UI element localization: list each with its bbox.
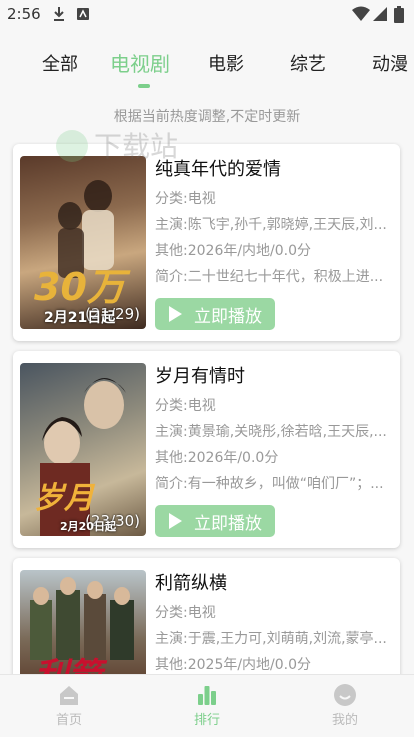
drama-card[interactable]: 利箭 利箭纵横 分类:电视 主演:于震,王力可,刘萌萌,刘流,蒙亭... 其他:… — [13, 558, 400, 674]
drama-intro: 简介:有一种故乡，叫做“咱们厂”；... — [155, 476, 384, 492]
nav-ranking[interactable]: 排行 — [167, 683, 247, 728]
poster-image[interactable]: 30万 (21/29) 2月21日起 — [20, 156, 146, 329]
poster-title-art: 利箭 — [34, 648, 102, 674]
drama-other: 其他:2025年/内地/0.0分 — [155, 657, 312, 673]
drama-list[interactable]: 30万 (21/29) 2月21日起 纯真年代的爱情 分类:电视 主演:陈飞宇,… — [0, 142, 414, 674]
play-now-button[interactable]: 立即播放 — [155, 298, 275, 330]
tab-movies[interactable]: 电影 — [208, 50, 244, 76]
drama-cast: 主演:于震,王力可,刘萌萌,刘流,蒙亭... — [155, 631, 387, 647]
drama-intro: 简介:二十世纪七十年代，积极上进... — [155, 269, 384, 285]
nav-profile[interactable]: 我的 — [305, 683, 385, 728]
poster-title-art: 30万 — [34, 265, 125, 309]
drama-title[interactable]: 利箭纵横 — [155, 570, 395, 600]
tab-all[interactable]: 全部 — [42, 50, 78, 76]
play-icon — [169, 306, 182, 322]
ranking-icon — [198, 686, 216, 705]
play-icon — [169, 513, 182, 529]
drama-info: 纯真年代的爱情 分类:电视 主演:陈飞宇,孙千,郭晓婷,王天辰,刘... 其他:… — [155, 156, 395, 290]
home-icon — [60, 686, 78, 705]
battery-icon — [394, 6, 404, 23]
drama-card[interactable]: 30万 (21/29) 2月21日起 纯真年代的爱情 分类:电视 主演:陈飞宇,… — [13, 144, 400, 341]
status-time: 2:56 — [7, 5, 41, 23]
poster-image[interactable]: 岁月 (23/30) 2月20日起 — [20, 363, 146, 536]
poster-date: 2月21日起 — [44, 310, 116, 326]
nav-ranking-label: 排行 — [193, 713, 220, 728]
poster-date: 2月20日起 — [60, 520, 116, 533]
drama-info: 利箭纵横 分类:电视 主演:于震,王力可,刘萌萌,刘流,蒙亭... 其他:202… — [155, 570, 395, 674]
signal-icon — [373, 7, 387, 21]
nav-home-label: 首页 — [55, 713, 82, 728]
drama-info: 岁月有情时 分类:电视 主演:黄景瑜,关晓彤,徐若晗,王天辰,... 其他:20… — [155, 363, 395, 497]
drama-cast: 主演:陈飞宇,孙千,郭晓婷,王天辰,刘... — [155, 217, 387, 233]
tab-variety[interactable]: 综艺 — [290, 50, 326, 76]
wifi-icon — [352, 6, 370, 21]
drama-category: 分类:电视 — [155, 191, 216, 207]
category-tabs: 全部 电视剧 电影 综艺 动漫 — [0, 30, 414, 94]
app-notification-icon — [77, 8, 89, 20]
list-subtitle: 根据当前热度调整,不定时更新 — [113, 109, 301, 125]
status-bar: 2:56 — [0, 0, 414, 30]
play-button-label: 立即播放 — [194, 513, 262, 534]
watermark-logo: 下载站 — [56, 130, 178, 163]
poster-image[interactable]: 利箭 — [20, 570, 146, 674]
nav-profile-label: 我的 — [331, 713, 358, 728]
play-button-label: 立即播放 — [194, 306, 262, 327]
active-tab-indicator — [138, 84, 150, 88]
drama-other: 其他:2026年/0.0分 — [155, 450, 279, 466]
drama-category: 分类:电视 — [155, 605, 216, 621]
nav-home[interactable]: 首页 — [29, 683, 109, 728]
svg-text:下载站: 下载站 — [94, 130, 178, 163]
drama-card[interactable]: 岁月 (23/30) 2月20日起 岁月有情时 分类:电视 主演:黄景瑜,关晓彤… — [13, 351, 400, 548]
drama-title[interactable]: 岁月有情时 — [155, 363, 395, 393]
drama-category: 分类:电视 — [155, 398, 216, 414]
download-icon — [54, 7, 64, 21]
poster-title-art: 岁月 — [34, 481, 94, 516]
play-now-button[interactable]: 立即播放 — [155, 505, 275, 537]
drama-cast: 主演:黄景瑜,关晓彤,徐若晗,王天辰,... — [155, 424, 387, 440]
bottom-nav: 首页 排行 我的 — [0, 674, 414, 737]
tab-anime[interactable]: 动漫 — [372, 50, 408, 76]
drama-other: 其他:2026年/内地/0.0分 — [155, 243, 312, 259]
profile-icon — [334, 684, 356, 706]
tab-tv-series[interactable]: 电视剧 — [110, 48, 170, 77]
